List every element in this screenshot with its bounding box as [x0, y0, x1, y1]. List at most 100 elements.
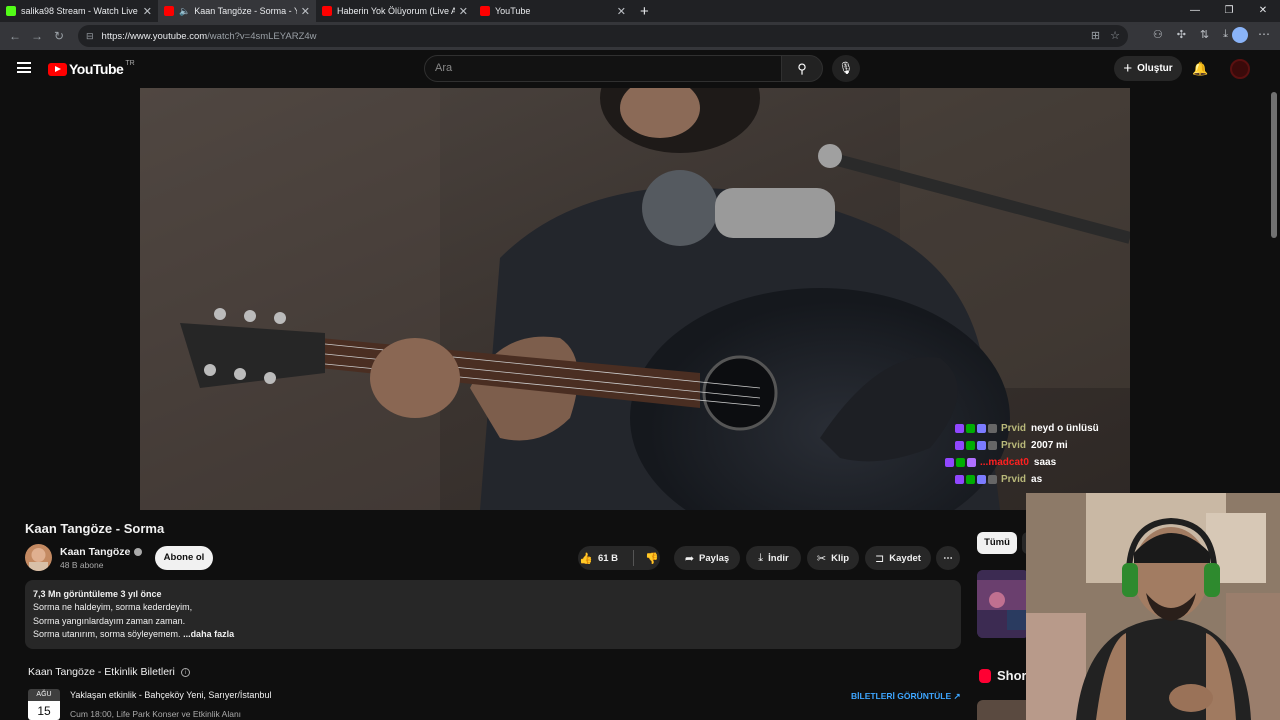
chat-username: Prvid — [1001, 474, 1027, 485]
browser-tab-active[interactable]: 🔈 Kaan Tangöze - Sorma - YouTube ✕ — [158, 0, 316, 22]
new-tab-icon[interactable]: + — [640, 3, 649, 20]
share-label: Paylaş — [699, 552, 730, 564]
filter-chip-all[interactable]: Tümü — [977, 532, 1017, 554]
channel-name-row[interactable]: Kaan Tangöze — [60, 546, 143, 558]
vip-badge-icon — [977, 475, 986, 484]
install-app-icon[interactable]: ⊞ — [1091, 25, 1100, 47]
close-tab-icon[interactable]: ✕ — [459, 5, 468, 18]
browser-tab[interactable]: salika98 Stream - Watch Live ✕ — [0, 0, 158, 22]
muted-badge-icon — [988, 441, 997, 450]
profile-avatar[interactable] — [1232, 27, 1248, 43]
webcam-overlay — [1026, 493, 1280, 720]
chat-text: 2007 mi — [1031, 440, 1068, 451]
subscribe-button[interactable]: Abone ol — [155, 546, 213, 570]
chat-text: as — [1031, 474, 1043, 485]
save-button[interactable]: ⊐ Kaydet — [865, 546, 931, 570]
more-actions-button[interactable]: ⋯ — [936, 546, 960, 570]
share-button[interactable]: ➦ Paylaş — [674, 546, 740, 570]
search-input[interactable]: Ara — [424, 55, 782, 82]
close-window-icon[interactable]: ✕ — [1246, 0, 1280, 22]
chat-badges — [945, 458, 976, 467]
chat-message: ...madcat0 saas — [945, 454, 1099, 471]
address-bar: ← → ↻ ⊟ https://www.youtube.com/watch?v=… — [0, 22, 1280, 50]
kick-favicon-icon — [6, 6, 16, 16]
page-scrollbar[interactable] — [1271, 92, 1277, 238]
scissors-icon: ✂ — [816, 552, 827, 565]
youtube-header: YouTube TR Ara ⚲ 🎙 + Oluştur 🔔 — [0, 50, 1280, 88]
youtube-favicon-icon — [322, 6, 332, 16]
puzzle-icon[interactable]: ✣ — [1177, 28, 1186, 41]
close-tab-icon[interactable]: ✕ — [301, 5, 310, 18]
reload-icon[interactable]: ↻ — [48, 29, 70, 43]
voice-search-button[interactable]: 🎙 — [832, 55, 860, 82]
youtube-logo[interactable]: YouTube TR — [48, 60, 135, 77]
split-icon[interactable]: ⇅ — [1200, 28, 1209, 41]
extension-icon[interactable]: ⚇ — [1153, 28, 1163, 41]
download-button[interactable]: ⤓ İndir — [746, 546, 801, 570]
url-field[interactable]: ⊟ https://www.youtube.com/watch?v=4smLEY… — [78, 25, 1128, 47]
video-title: Kaan Tangöze - Sorma — [25, 521, 165, 536]
menu-icon[interactable] — [17, 62, 31, 73]
microphone-icon: 🎙 — [838, 61, 854, 75]
view-tickets-link[interactable]: BİLETLERİ GÖRÜNTÜLE ↗ — [851, 691, 961, 702]
bookmark-icon: ⊐ — [875, 552, 885, 565]
search-button[interactable]: ⚲ — [781, 55, 823, 82]
webcam-image — [1026, 493, 1280, 720]
minimize-icon[interactable]: — — [1178, 0, 1212, 22]
description-box[interactable]: 7,3 Mn görüntüleme 3 yıl önce Sorma ne h… — [25, 580, 961, 649]
channel-avatar[interactable] — [25, 544, 52, 571]
like-icon[interactable]: 👍 — [579, 552, 593, 565]
mod-badge-icon — [956, 458, 965, 467]
window-controls: — ❐ ✕ — [1178, 0, 1280, 22]
tab-title: salika98 Stream - Watch Live — [21, 6, 138, 16]
url-path: /watch?v=4smLEYARZ4w — [207, 30, 317, 42]
youtube-favicon-icon — [164, 6, 174, 16]
chat-message: Prvid as — [945, 471, 1099, 488]
site-info-icon[interactable]: ⊟ — [86, 31, 94, 42]
subscriber-badge-icon — [955, 475, 964, 484]
close-tab-icon[interactable]: ✕ — [617, 5, 626, 18]
chat-message: Prvid neyd o ünlüsü — [945, 420, 1099, 437]
recommended-video-thumbnail[interactable] — [977, 570, 1029, 638]
short-thumbnail[interactable] — [977, 700, 1029, 720]
tab-title: Haberin Yok Ölüyorum (Live At Bo — [337, 6, 455, 16]
save-label: Kaydet — [889, 552, 921, 564]
download-label: İndir — [768, 552, 789, 564]
bookmark-star-icon[interactable]: ☆ — [1110, 25, 1120, 47]
show-more-link[interactable]: ...daha fazla — [183, 629, 234, 639]
event-day: 15 — [28, 701, 60, 720]
info-icon[interactable]: i — [180, 667, 190, 677]
create-button[interactable]: + Oluştur — [1114, 56, 1182, 81]
event-date-badge: AĞU 15 — [28, 689, 60, 720]
browser-menu-icon[interactable]: ⋯ — [1258, 27, 1270, 41]
forward-icon[interactable]: → — [26, 29, 48, 43]
gem-badge-icon — [967, 458, 976, 467]
youtube-play-icon — [48, 62, 67, 76]
clip-button[interactable]: ✂ Klip — [807, 546, 859, 570]
event-time-venue: Cum 18:00, Life Park Konser ve Etkinlik … — [70, 709, 242, 719]
download-icon[interactable]: ⤓ — [1223, 28, 1228, 41]
dislike-icon[interactable]: 👎 — [645, 552, 659, 565]
like-dislike-group: 👍 61 B 👎 — [578, 546, 660, 570]
plus-icon: + — [1123, 60, 1133, 77]
description-line: Sorma ne haldeyim, sorma kederdeyim, — [33, 602, 193, 613]
browser-tab[interactable]: Haberin Yok Ölüyorum (Live At Bo ✕ — [316, 0, 474, 22]
browser-tab[interactable]: YouTube ✕ — [474, 0, 632, 22]
like-count[interactable]: 61 B — [598, 553, 618, 564]
mod-badge-icon — [966, 424, 975, 433]
youtube-wordmark: YouTube — [69, 61, 124, 77]
vip-badge-icon — [977, 441, 986, 450]
notifications-bell-icon[interactable]: 🔔 — [1192, 61, 1208, 77]
view-count-and-date: 7,3 Mn görüntüleme 3 yıl önce — [33, 589, 162, 599]
chat-username: Prvid — [1001, 423, 1027, 434]
event-month: AĞU — [28, 689, 60, 701]
account-avatar[interactable] — [1230, 59, 1250, 79]
speaker-icon[interactable]: 🔈 — [179, 6, 190, 17]
muted-badge-icon — [988, 424, 997, 433]
back-icon[interactable]: ← — [4, 29, 26, 43]
shorts-label: Shor — [997, 668, 1027, 683]
external-link-icon: ↗ — [953, 691, 961, 701]
restore-icon[interactable]: ❐ — [1212, 0, 1246, 22]
close-tab-icon[interactable]: ✕ — [143, 5, 152, 18]
download-arrow-icon: ⤓ — [758, 551, 764, 564]
